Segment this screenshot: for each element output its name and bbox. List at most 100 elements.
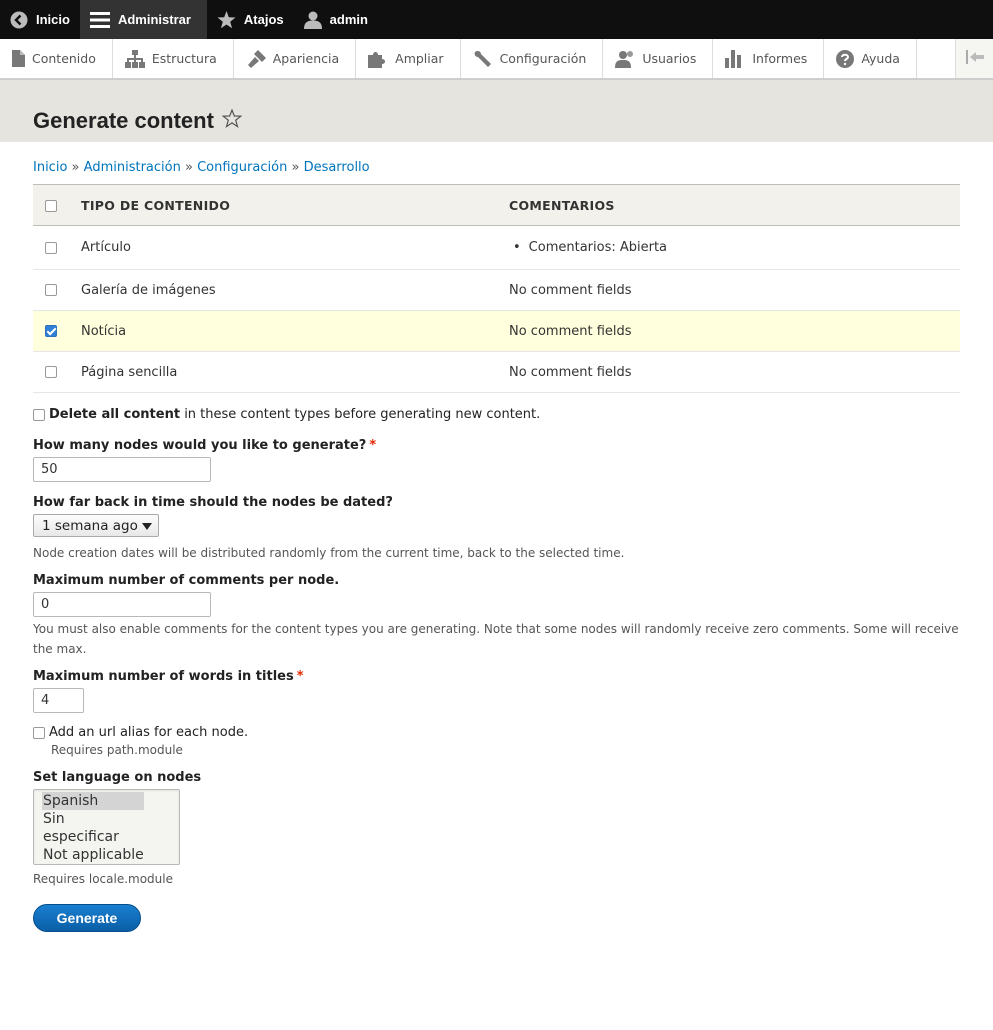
row-checkbox-cell <box>33 351 81 393</box>
nodes-count-label-text: How many nodes would you like to generat… <box>33 438 367 453</box>
nodes-count-label: How many nodes would you like to generat… <box>33 438 960 453</box>
shortcut-star-icon[interactable] <box>221 108 243 134</box>
tray-item-label: Configuración <box>499 51 587 66</box>
breadcrumb-separator: » <box>291 160 300 175</box>
delete-content-label: Delete all content in these content type… <box>49 407 540 422</box>
tray-item-help[interactable]: Ayuda <box>824 39 917 78</box>
time-range-label: How far back in time should the nodes be… <box>33 495 393 510</box>
comments-count-item: Maximum number of comments per node. You… <box>33 573 960 659</box>
toolbar-user-tab[interactable]: admin <box>294 0 378 39</box>
comments-cell: • Comentarios: Abierta <box>509 225 960 270</box>
content-type-cell: Artículo <box>81 225 509 270</box>
delete-content-label-rest: in these content types before generating… <box>184 407 541 422</box>
tray-item-reports[interactable]: Informes <box>713 39 825 78</box>
bullet-icon: • <box>513 240 521 255</box>
toolbar-home-link[interactable]: Inicio <box>0 0 80 39</box>
required-marker: * <box>369 438 377 453</box>
page-header: Generate content <box>0 79 993 142</box>
bar-chart-icon <box>725 49 745 68</box>
row-checkbox[interactable] <box>45 325 57 337</box>
breadcrumb-link-config[interactable]: Configuración <box>197 160 287 175</box>
row-checkbox[interactable] <box>45 284 57 296</box>
language-item: Set language on nodes Spanish Sin especi… <box>33 770 960 889</box>
toolbar-manage-tab[interactable]: Administrar <box>79 0 207 39</box>
row-checkbox-cell <box>33 225 81 270</box>
back-arrow-icon <box>10 11 28 29</box>
tray-item-label: Informes <box>752 51 808 66</box>
comments-value: Comentarios: Abierta <box>528 240 668 255</box>
title-words-label: Maximum number of words in titles * <box>33 669 960 684</box>
comments-cell: No comment fields <box>509 269 960 311</box>
question-icon <box>836 49 855 68</box>
comments-count-input[interactable] <box>33 592 211 617</box>
tray-item-label: Usuarios <box>642 51 697 66</box>
content-type-cell: Página sencilla <box>81 351 509 393</box>
delete-content-label-bold: Delete all content <box>49 407 181 422</box>
row-checkbox[interactable] <box>45 366 57 378</box>
star-icon <box>217 10 236 29</box>
row-checkbox-cell <box>33 269 81 311</box>
people-icon <box>615 50 635 68</box>
breadcrumb-link-home[interactable]: Inicio <box>33 160 67 175</box>
required-marker: * <box>296 669 304 684</box>
time-range-item: How far back in time should the nodes be… <box>33 495 960 563</box>
wrench-icon <box>473 50 493 68</box>
url-alias-checkbox[interactable] <box>33 726 45 739</box>
tray-item-content[interactable]: Contenido <box>0 39 113 78</box>
tray-item-label: Ampliar <box>395 51 444 66</box>
table-row: Artículo • Comentarios: Abierta <box>33 225 960 270</box>
content-types-table: TIPO DE CONTENIDO COMENTARIOS Artículo •… <box>33 184 960 393</box>
nodes-count-input[interactable] <box>33 457 211 482</box>
time-range-description: Node creation dates will be distributed … <box>33 546 625 560</box>
nodes-count-item: How many nodes would you like to generat… <box>33 438 960 482</box>
tray-item-extend[interactable]: Ampliar <box>356 39 461 78</box>
comments-cell: No comment fields <box>509 351 960 393</box>
language-option[interactable]: Spanish <box>42 792 144 810</box>
tray-item-configuration[interactable]: Configuración <box>461 39 604 78</box>
comments-count-description: You must also enable comments for the co… <box>33 622 959 656</box>
select-all-checkbox[interactable] <box>45 200 57 212</box>
tray-collapse-button[interactable] <box>955 39 993 78</box>
column-header-comments: COMENTARIOS <box>509 184 960 226</box>
comments-cell: No comment fields <box>509 310 960 352</box>
delete-content-option: Delete all content in these content type… <box>33 407 960 422</box>
page-title: Generate content <box>33 108 243 134</box>
time-range-select[interactable]: 1 semana ago <box>33 514 159 537</box>
tray-item-label: Contenido <box>32 51 96 66</box>
time-range-value: 1 semana ago <box>42 517 138 534</box>
toolbar-shortcuts-label: Atajos <box>243 12 284 27</box>
language-label: Set language on nodes <box>33 770 202 785</box>
generate-button[interactable]: Generate <box>33 904 141 932</box>
main-content: Inicio » Administración » Configuración … <box>0 160 993 932</box>
breadcrumb-link-development[interactable]: Desarrollo <box>304 160 370 175</box>
tray-item-appearance[interactable]: Apariencia <box>234 39 357 78</box>
row-checkbox[interactable] <box>45 241 57 254</box>
tray-item-structure[interactable]: Estructura <box>113 39 234 78</box>
delete-content-checkbox[interactable] <box>33 408 45 421</box>
breadcrumb-link-admin[interactable]: Administración <box>84 160 181 175</box>
tray-item-people[interactable]: Usuarios <box>603 39 714 78</box>
content-type-cell: Galería de imágenes <box>81 269 509 311</box>
select-all-cell <box>33 184 81 226</box>
title-words-item: Maximum number of words in titles * <box>33 669 960 713</box>
sitemap-icon <box>124 49 145 68</box>
admin-toolbar: Inicio Administrar Atajos admin <box>0 0 993 39</box>
column-header-type: TIPO DE CONTENIDO <box>81 184 509 226</box>
admin-tray-menu: Contenido Estructura Apariencia Ampliar … <box>0 39 993 79</box>
table-row: Notícia No comment fields <box>33 310 960 352</box>
page-title-text: Generate content <box>33 108 214 133</box>
toolbar-shortcuts-tab[interactable]: Atajos <box>207 0 294 39</box>
breadcrumb: Inicio » Administración » Configuración … <box>33 160 960 175</box>
tray-item-label: Apariencia <box>272 51 340 66</box>
content-type-cell: Notícia <box>81 310 509 352</box>
language-option[interactable]: Sin especificar <box>42 810 144 846</box>
title-words-input[interactable] <box>33 688 84 713</box>
comments-count-label: Maximum number of comments per node. <box>33 573 340 588</box>
dropdown-arrow-icon <box>142 518 152 534</box>
tray-item-label: Estructura <box>151 51 217 66</box>
language-option[interactable]: Not applicable <box>42 846 144 864</box>
language-listbox[interactable]: Spanish Sin especificar Not applicable <box>33 789 180 865</box>
toolbar-user-label: admin <box>329 12 368 27</box>
toolbar-manage-label: Administrar <box>117 12 191 27</box>
puzzle-icon <box>368 50 388 68</box>
